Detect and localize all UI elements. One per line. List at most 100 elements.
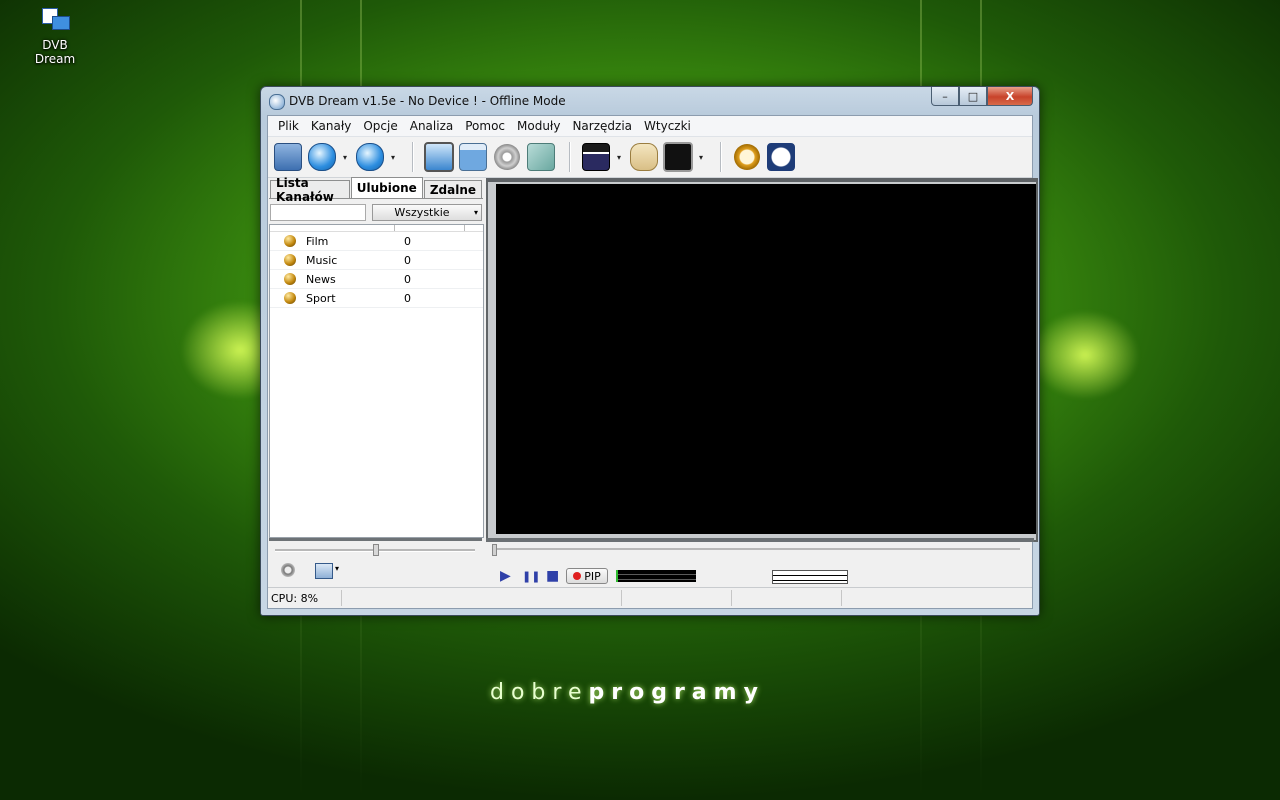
status-bar: CPU: 8% <box>268 587 1032 608</box>
favorite-count: 0 <box>404 272 411 286</box>
tab-remote[interactable]: Zdalne <box>423 180 482 198</box>
settings-gears-icon <box>494 144 520 170</box>
record-monitor-dropdown[interactable]: ▾ <box>696 153 706 162</box>
forward-icon <box>356 143 384 171</box>
desktop-shortcut[interactable]: DVB Dream <box>22 6 88 66</box>
list-item[interactable]: Film 0 <box>270 232 483 251</box>
capture-button[interactable] <box>525 141 557 173</box>
seek-bar-track[interactable] <box>492 548 1020 550</box>
display-button[interactable] <box>423 141 455 173</box>
favorite-count: 0 <box>404 291 411 305</box>
seek-bar-thumb[interactable] <box>492 544 497 556</box>
list-item[interactable]: Sport 0 <box>270 289 483 308</box>
toolbar: ▾ ▾ ▾ ▾ <box>268 137 1032 178</box>
pip-button[interactable]: PIP <box>566 568 608 584</box>
favorite-name: Sport <box>306 291 336 305</box>
favorite-count: 0 <box>404 253 411 267</box>
app-icon[interactable] <box>269 94 285 110</box>
title-bar[interactable]: DVB Dream v1.5e - No Device ! - Offline … <box>261 87 1039 115</box>
menu-narzedzia[interactable]: Narzędzia <box>566 119 638 133</box>
speaker-icon[interactable] <box>281 563 295 577</box>
menu-wtyczki[interactable]: Wtyczki <box>638 119 697 133</box>
brand-light: dobre <box>490 680 589 705</box>
favorite-name: Film <box>306 234 329 248</box>
menu-kanaly[interactable]: Kanały <box>305 119 357 133</box>
menu-bar: Plik Kanały Opcje Analiza Pomoc Moduły N… <box>268 116 1032 137</box>
favorite-count: 0 <box>404 234 411 248</box>
scroll-icon <box>630 143 658 171</box>
toolbar-separator <box>412 142 413 172</box>
menu-opcje[interactable]: Opcje <box>357 119 403 133</box>
clapperboard-button[interactable] <box>580 141 612 173</box>
panel-footer: ▾ <box>269 538 482 585</box>
search-input[interactable] <box>270 203 366 221</box>
background-glow <box>1030 310 1140 400</box>
menu-pomoc[interactable]: Pomoc <box>459 119 511 133</box>
clapperboard-icon <box>582 143 610 171</box>
favorite-name: News <box>306 272 336 286</box>
panel-tabs: Lista Kanałów Ulubione Zdalne <box>269 176 483 204</box>
wallpaper-brand: dobreprogramy <box>490 680 765 705</box>
menu-moduly[interactable]: Moduły <box>511 119 566 133</box>
schedule-clock-icon <box>767 143 795 171</box>
window-controls: – □ X <box>931 87 1033 106</box>
pause-button[interactable]: ❚❚ <box>522 570 540 583</box>
favorite-group-icon <box>284 254 296 266</box>
tab-channel-list[interactable]: Lista Kanałów <box>270 176 350 204</box>
cpu-usage: CPU: 8% <box>268 590 342 606</box>
clapperboard-dropdown[interactable]: ▾ <box>614 153 624 162</box>
minimize-button[interactable]: – <box>931 87 959 106</box>
list-item[interactable]: Music 0 <box>270 251 483 270</box>
playback-controls: ▶ ❚❚ ■ PIP <box>486 538 1034 590</box>
favorite-name: Music <box>306 253 338 267</box>
toolbar-separator <box>569 142 570 172</box>
list-header <box>270 225 483 232</box>
close-button[interactable]: X <box>987 87 1033 106</box>
quality-level-meter <box>772 570 848 584</box>
maximize-button[interactable]: □ <box>959 87 987 106</box>
stop-button[interactable]: ■ <box>546 568 559 584</box>
record-monitor-icon <box>663 142 693 172</box>
timer-button[interactable] <box>731 141 763 173</box>
back-dropdown[interactable]: ▾ <box>340 153 350 162</box>
dvb-dream-shortcut-icon <box>40 6 70 36</box>
window-icon <box>459 143 487 171</box>
forward-button[interactable] <box>354 141 386 173</box>
open-folder-icon <box>274 143 302 171</box>
open-folder-button[interactable] <box>272 141 304 173</box>
client-area: Plik Kanały Opcje Analiza Pomoc Moduły N… <box>267 115 1038 609</box>
status-cell <box>342 590 622 606</box>
scroll-button[interactable] <box>628 141 660 173</box>
channel-panel: Lista Kanałów Ulubione Zdalne Wszystkie … <box>269 176 484 579</box>
app-window: DVB Dream v1.5e - No Device ! - Offline … <box>260 86 1040 616</box>
status-cell <box>732 590 842 606</box>
brand-bold: programy <box>588 680 765 705</box>
view-mode-icon[interactable] <box>315 563 333 579</box>
video-display[interactable] <box>496 184 1036 534</box>
status-cell <box>842 590 1015 606</box>
display-icon <box>424 142 454 172</box>
record-dot-icon <box>573 572 582 580</box>
view-mode-dropdown[interactable]: ▾ <box>335 564 349 578</box>
forward-dropdown[interactable]: ▾ <box>388 153 398 162</box>
controls-divider <box>486 538 1034 542</box>
settings-button[interactable] <box>491 141 523 173</box>
window-mode-button[interactable] <box>457 141 489 173</box>
group-filter-value: Wszystkie <box>394 205 450 219</box>
desktop-shortcut-label: DVB Dream <box>34 38 76 66</box>
stopwatch-icon <box>734 144 760 170</box>
list-item[interactable]: News 0 <box>270 270 483 289</box>
menu-plik[interactable]: Plik <box>272 119 305 133</box>
group-filter-select[interactable]: Wszystkie ▾ <box>372 203 482 221</box>
tab-favorites[interactable]: Ulubione <box>350 177 423 198</box>
record-monitor-button[interactable] <box>662 141 694 173</box>
chevron-down-icon: ▾ <box>473 207 478 217</box>
volume-slider-thumb[interactable] <box>373 544 379 556</box>
schedule-button[interactable] <box>765 141 797 173</box>
favorites-list: Film 0 Music 0 News 0 Sport 0 <box>269 224 484 538</box>
toolbar-separator <box>720 142 721 172</box>
menu-analiza[interactable]: Analiza <box>404 119 460 133</box>
play-button[interactable]: ▶ <box>500 568 511 584</box>
signal-level-meter <box>616 570 696 582</box>
back-button[interactable] <box>306 141 338 173</box>
